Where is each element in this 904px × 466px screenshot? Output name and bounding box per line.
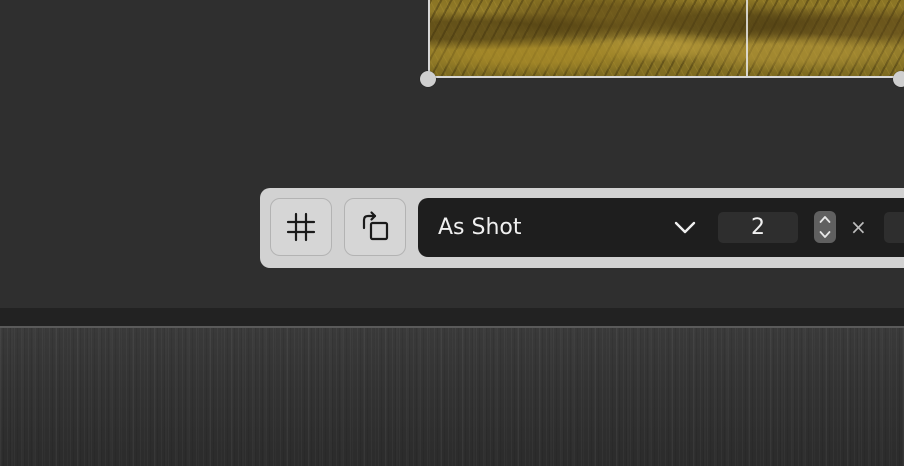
grid-button[interactable] [270, 198, 332, 256]
stepper-down-icon[interactable] [819, 230, 831, 239]
crop-toolbar: As Shot × [260, 188, 904, 268]
panel-divider [0, 308, 904, 327]
ratio-width-field[interactable] [718, 212, 798, 243]
aspect-ratio-panel: As Shot × [418, 198, 904, 257]
crop-handle-bottom-right[interactable] [893, 71, 904, 87]
cropped-photo[interactable] [428, 0, 904, 78]
ratio-stepper[interactable] [814, 211, 836, 243]
editor-canvas: As Shot × [0, 0, 904, 308]
crop-grid-line [746, 0, 748, 76]
aspect-ratio-label: As Shot [438, 215, 522, 240]
aspect-ratio-dropdown[interactable]: As Shot [418, 198, 708, 257]
stepper-up-icon[interactable] [819, 215, 831, 224]
crop-handle-bottom-left[interactable] [420, 71, 436, 87]
grid-icon [286, 212, 316, 242]
ratio-height-field[interactable] [884, 212, 904, 243]
rotate-button[interactable] [344, 198, 406, 256]
brushed-metal-background [0, 328, 904, 466]
times-symbol: × [850, 215, 867, 239]
chevron-down-icon [674, 221, 696, 234]
rotate-icon [362, 211, 389, 241]
